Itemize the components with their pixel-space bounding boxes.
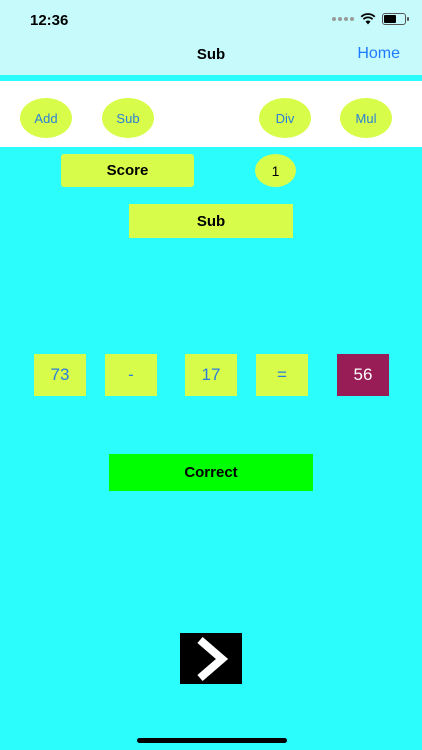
mul-button[interactable]: Mul: [340, 98, 392, 138]
div-button[interactable]: Div: [259, 98, 311, 138]
signal-icon: [332, 17, 354, 21]
right-operand: 17: [185, 354, 237, 396]
operation-bar: Add Sub Div Mul: [0, 81, 422, 147]
status-icons: [332, 13, 409, 25]
wifi-icon: [360, 13, 376, 25]
answer-field[interactable]: 56: [337, 354, 389, 396]
equals-sign: =: [256, 354, 308, 396]
top-bar: 12:36 Sub Home: [0, 0, 422, 75]
result-banner: Correct: [109, 454, 313, 491]
status-time: 12:36: [30, 12, 69, 29]
score-value: 1: [255, 154, 296, 187]
mode-label: Sub: [129, 204, 293, 238]
score-label: Score: [61, 154, 194, 187]
home-indicator: [137, 738, 287, 743]
battery-icon: [382, 13, 409, 25]
home-link[interactable]: Home: [357, 45, 400, 63]
sub-button[interactable]: Sub: [102, 98, 154, 138]
left-operand: 73: [34, 354, 86, 396]
operator-sign: -: [105, 354, 157, 396]
next-button[interactable]: [180, 633, 242, 684]
chevron-right-icon: [197, 636, 229, 681]
add-button[interactable]: Add: [20, 98, 72, 138]
